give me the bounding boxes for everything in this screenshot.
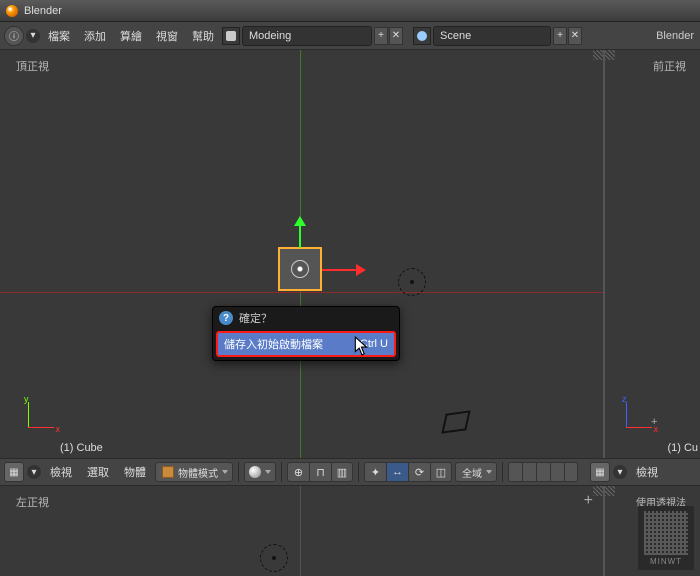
active-object-label: (1) Cu xyxy=(667,442,698,454)
camera-object-icon[interactable] xyxy=(440,410,470,434)
lamp-object-icon[interactable] xyxy=(260,544,288,572)
layer-button[interactable] xyxy=(536,462,550,482)
viewport-header: ▦ ▾ 檢視 選取 物體 物體模式 ⊕ ⊓ ▥ ✦ ↔ ⟳ ◫ 全域 ▦ ▾ 檢… xyxy=(0,458,700,486)
snap-magnet-icon[interactable]: ⊓ xyxy=(309,462,331,482)
viewport-label-top: 頂正視 xyxy=(8,52,57,80)
window-title: Blender xyxy=(24,5,62,17)
qr-code-icon xyxy=(644,511,688,555)
split-handle-icon[interactable] xyxy=(605,486,615,496)
snap-target-icon[interactable]: ▥ xyxy=(331,462,353,482)
orientation-dropdown[interactable]: 全域 xyxy=(455,462,497,482)
layer-button[interactable] xyxy=(564,462,578,482)
mode-dropdown[interactable]: 物體模式 xyxy=(155,462,233,482)
menu-add[interactable]: 添加 xyxy=(78,25,112,47)
split-handle-icon[interactable] xyxy=(605,50,615,60)
bottom-viewport-area: 左正視 + 使用透視法 MINWT xyxy=(0,486,700,576)
pivot-icon[interactable]: ⊕ xyxy=(287,462,309,482)
mouse-cursor-icon xyxy=(354,336,370,361)
pivot-snap-group: ⊕ ⊓ ▥ xyxy=(287,462,353,482)
question-icon: ? xyxy=(219,311,233,325)
confirm-popup: ? 確定？ 儲存入初始啟動檔案 Ctrl U xyxy=(212,306,400,361)
gizmo-rotate-icon[interactable]: ⟳ xyxy=(408,462,430,482)
shading-dropdown[interactable] xyxy=(244,462,276,482)
object-origin-icon xyxy=(291,260,309,278)
engine-label: Blender xyxy=(656,30,696,42)
object-mode-icon xyxy=(162,466,174,478)
gizmo-translate-icon[interactable]: ↔ xyxy=(386,462,408,482)
split-handle-icon[interactable] xyxy=(593,486,603,496)
menu-toggle-icon[interactable]: ▾ xyxy=(26,29,40,43)
active-object-label: (1) Cube xyxy=(60,442,103,454)
viewport-area: 頂正視 y x (1) Cube ? 確定？ 儲存入初始啟動檔案 Ctrl U xyxy=(0,50,700,458)
scene-add-close[interactable]: +✕ xyxy=(553,27,582,45)
window-titlebar: Blender xyxy=(0,0,700,22)
menu-file[interactable]: 檔案 xyxy=(42,25,76,47)
axis-mini-widget: z x xyxy=(614,398,654,438)
viewport-front[interactable]: 前正視 + z x (1) Cu xyxy=(605,50,700,458)
viewport-label-front: 前正視 xyxy=(645,52,694,80)
layer-button[interactable] xyxy=(522,462,536,482)
popup-header: ? 確定？ xyxy=(213,307,399,329)
popup-item-label: 儲存入初始啟動檔案 xyxy=(224,336,323,352)
menu-window[interactable]: 視窗 xyxy=(150,25,184,47)
popup-title: 確定？ xyxy=(239,310,272,326)
grid-line xyxy=(300,486,301,576)
gizmo-x-arrow-icon[interactable] xyxy=(322,266,372,274)
editor-type-icon[interactable]: ▦ xyxy=(4,462,24,482)
menu-render[interactable]: 算繪 xyxy=(114,25,148,47)
layer-button[interactable] xyxy=(508,462,522,482)
viewport-top[interactable]: 頂正視 y x (1) Cube ? 確定？ 儲存入初始啟動檔案 Ctrl U xyxy=(0,50,605,458)
grid-axis-x xyxy=(0,292,603,293)
menu-view-right[interactable]: 檢視 xyxy=(630,461,664,483)
watermark: MINWT xyxy=(638,506,694,570)
viewport-persp[interactable]: 使用透視法 MINWT xyxy=(605,486,700,576)
layout-browse-icon[interactable] xyxy=(222,27,240,45)
gizmo-y-arrow-icon[interactable] xyxy=(296,210,304,248)
layout-name-input[interactable]: Modeing xyxy=(242,26,372,46)
shading-icon xyxy=(249,466,261,478)
layers-group xyxy=(508,462,578,482)
layout-add-close[interactable]: +✕ xyxy=(374,27,403,45)
viewport-label-left: 左正視 xyxy=(8,488,57,516)
info-icon[interactable]: ⓘ xyxy=(4,26,24,46)
blender-logo-icon xyxy=(6,5,18,17)
layer-button[interactable] xyxy=(550,462,564,482)
split-handle-icon[interactable] xyxy=(593,50,603,60)
transform-gizmo-group: ✦ ↔ ⟳ ◫ xyxy=(364,462,452,482)
object-cube[interactable] xyxy=(278,247,322,291)
menu-view[interactable]: 檢視 xyxy=(44,461,78,483)
menu-select[interactable]: 選取 xyxy=(81,461,115,483)
menu-object[interactable]: 物體 xyxy=(118,461,152,483)
menu-collapse-icon[interactable]: ▾ xyxy=(27,465,41,479)
viewport-left[interactable]: 左正視 + xyxy=(0,486,605,576)
editor-type-icon[interactable]: ▦ xyxy=(590,462,610,482)
scene-name-input[interactable]: Scene xyxy=(433,26,551,46)
axis-mini-widget: y x xyxy=(16,398,56,438)
scene-browse-icon[interactable] xyxy=(413,27,431,45)
menu-collapse-icon[interactable]: ▾ xyxy=(613,465,627,479)
lamp-object-icon[interactable] xyxy=(398,268,426,296)
top-menu-bar: ⓘ ▾ 檔案 添加 算繪 視窗 幫助 Modeing +✕ Scene +✕ B… xyxy=(0,22,700,50)
gizmo-scale-icon[interactable]: ◫ xyxy=(430,462,452,482)
menu-help[interactable]: 幫助 xyxy=(186,25,220,47)
gizmo-axis-icon[interactable]: ✦ xyxy=(364,462,386,482)
